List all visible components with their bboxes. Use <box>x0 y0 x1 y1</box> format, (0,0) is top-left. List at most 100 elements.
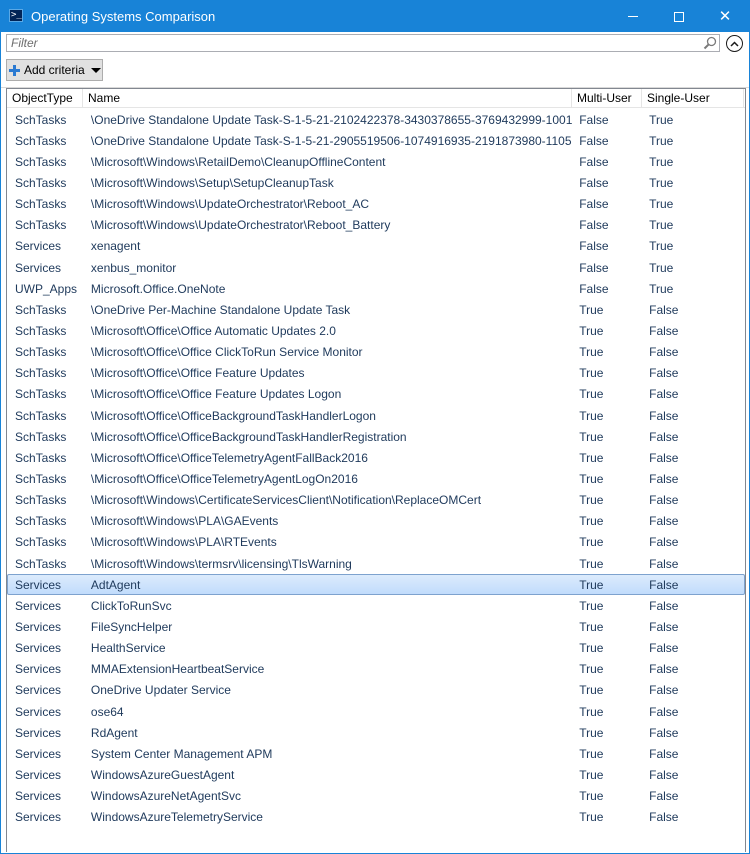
single-user-cell: True <box>649 175 674 190</box>
table-row[interactable]: SchTasks \Microsoft\Windows\CertificateSe… <box>7 490 745 511</box>
table-row[interactable]: Services xenagent False True <box>7 236 745 257</box>
search-icon[interactable] <box>703 36 717 50</box>
multi-user-cell: True <box>579 366 604 381</box>
single-user-cell: False <box>649 535 679 550</box>
multi-user-cell: True <box>579 789 604 804</box>
name-cell: \Microsoft\Office\Office Feature Updates… <box>90 387 342 402</box>
table-row[interactable]: Services System Center Management APM True… <box>7 743 745 764</box>
table-row[interactable]: Services RdAgent True False <box>7 722 745 743</box>
table-row[interactable]: SchTasks \Microsoft\Windows\RetailDemo\Cl… <box>7 151 745 172</box>
single-user-cell: False <box>649 662 679 677</box>
multi-user-cell: True <box>579 810 604 825</box>
table-row[interactable]: Services ClickToRunSvc True False <box>7 595 745 616</box>
name-cell: \OneDrive Per-Machine Standalone Update … <box>90 302 351 317</box>
table-row[interactable]: SchTasks \OneDrive Standalone Update Task… <box>7 109 745 130</box>
table-row[interactable]: SchTasks \Microsoft\Windows\UpdateOrchest… <box>7 215 745 236</box>
name-cell: \Microsoft\Office\Office Feature Updates <box>90 366 305 381</box>
objecttype-cell: SchTasks <box>15 175 67 190</box>
multi-user-cell: True <box>579 683 604 698</box>
multi-user-cell: True <box>579 387 604 402</box>
title-bar[interactable]: >_ Operating Systems Comparison ✕ <box>1 1 749 32</box>
single-user-cell: False <box>649 366 679 381</box>
table-row[interactable]: SchTasks \Microsoft\Office\OfficeTelemetr… <box>7 468 745 489</box>
table-row[interactable]: SchTasks \Microsoft\Office\Office Feature… <box>7 363 745 384</box>
multi-user-cell: False <box>579 197 609 212</box>
column-header-multi-user[interactable]: Multi-User <box>572 89 642 108</box>
objecttype-cell: Services <box>15 577 62 592</box>
table-row[interactable]: Services FileSyncHelper True False <box>7 616 745 637</box>
table-row[interactable]: SchTasks \Microsoft\Office\OfficeBackgrou… <box>7 426 745 447</box>
table-row[interactable]: Services WindowsAzureGuestAgent True False <box>7 764 745 785</box>
multi-user-cell: True <box>579 345 604 360</box>
chevron-up-icon <box>730 40 739 47</box>
table-row[interactable]: Services HealthService True False <box>7 638 745 659</box>
objecttype-cell: Services <box>15 619 62 634</box>
add-criteria-button[interactable]: Add criteria <box>6 59 103 81</box>
table-row[interactable]: SchTasks \Microsoft\Windows\PLA\RTEvents T… <box>7 532 745 553</box>
objecttype-cell: SchTasks <box>15 366 67 381</box>
single-user-cell: False <box>649 302 679 317</box>
multi-user-cell: True <box>579 556 604 571</box>
single-user-cell: True <box>649 260 674 275</box>
table-row[interactable]: SchTasks \OneDrive Standalone Update Task… <box>7 130 745 151</box>
name-cell: FileSyncHelper <box>90 619 173 634</box>
name-cell: \Microsoft\Office\OfficeBackgroundTaskHa… <box>90 408 376 423</box>
name-cell: \Microsoft\Windows\PLA\RTEvents <box>90 535 277 550</box>
table-row[interactable]: Services OneDrive Updater Service True Fals… <box>7 680 745 701</box>
column-header-single-user[interactable]: Single-User <box>642 89 744 108</box>
objecttype-cell: Services <box>15 260 62 275</box>
objecttype-cell: Services <box>15 725 62 740</box>
table-row[interactable]: SchTasks \Microsoft\Windows\termsrv\licen… <box>7 553 745 574</box>
objecttype-cell: SchTasks <box>15 154 67 169</box>
table-row[interactable]: Services WindowsAzureNetAgentSvc True False <box>7 786 745 807</box>
objecttype-cell: SchTasks <box>15 323 67 338</box>
name-cell: Microsoft.Office.OneNote <box>90 281 226 296</box>
table-row[interactable]: SchTasks \Microsoft\Windows\UpdateOrchest… <box>7 194 745 215</box>
table-row[interactable]: Services WindowsAzureTelemetryService True… <box>7 807 745 828</box>
table-row[interactable]: Services AdtAgent True False <box>7 574 745 596</box>
table-row[interactable]: SchTasks \Microsoft\Office\OfficeTelemetr… <box>7 447 745 468</box>
table-row[interactable]: SchTasks \OneDrive Per-Machine Standalone… <box>7 299 745 320</box>
multi-user-cell: True <box>579 514 604 529</box>
table-row[interactable]: SchTasks \Microsoft\Office\Office Automat… <box>7 320 745 341</box>
single-user-cell: True <box>649 281 674 296</box>
name-cell: \Microsoft\Windows\RetailDemo\CleanupOff… <box>90 154 386 169</box>
table-row[interactable]: Services xenbus_monitor False True <box>7 257 745 278</box>
table-row[interactable]: UWP_Apps Microsoft.Office.OneNote False Tru… <box>7 278 745 299</box>
name-cell: MMAExtensionHeartbeatService <box>90 662 265 677</box>
column-header-objecttype[interactable]: ObjectType <box>7 89 83 108</box>
name-cell: \Microsoft\Office\OfficeTelemetryAgentFa… <box>90 450 368 465</box>
name-cell: \Microsoft\Office\Office ClickToRun Serv… <box>90 345 363 360</box>
single-user-cell: False <box>649 767 679 782</box>
filter-input[interactable] <box>6 34 720 52</box>
single-user-cell: False <box>649 556 679 571</box>
table-row[interactable]: SchTasks \Microsoft\Office\Office ClickTo… <box>7 342 745 363</box>
minimize-button[interactable] <box>610 1 656 32</box>
single-user-cell: False <box>649 683 679 698</box>
objecttype-cell: Services <box>15 239 62 254</box>
single-user-cell: False <box>649 450 679 465</box>
single-user-cell: False <box>649 323 679 338</box>
multi-user-cell: True <box>579 471 604 486</box>
table-row[interactable]: Services MMAExtensionHeartbeatService True… <box>7 659 745 680</box>
objecttype-cell: Services <box>15 767 62 782</box>
name-cell: System Center Management APM <box>90 746 273 761</box>
objecttype-cell: Services <box>15 704 62 719</box>
results-grid[interactable]: ObjectType Name Multi-User Single-User S… <box>6 88 746 852</box>
single-user-cell: False <box>649 493 679 508</box>
table-row[interactable]: SchTasks \Microsoft\Windows\Setup\SetupCl… <box>7 172 745 193</box>
grid-rows: SchTasks \OneDrive Standalone Update Task… <box>7 109 745 828</box>
table-row[interactable]: SchTasks \Microsoft\Office\Office Feature… <box>7 384 745 405</box>
objecttype-cell: Services <box>15 810 62 825</box>
collapse-button[interactable] <box>726 35 743 52</box>
single-user-cell: False <box>649 471 679 486</box>
table-row[interactable]: SchTasks \Microsoft\Windows\PLA\GAEvents T… <box>7 511 745 532</box>
maximize-button[interactable] <box>656 1 702 32</box>
column-header-name[interactable]: Name <box>83 89 572 108</box>
multi-user-cell: False <box>579 281 609 296</box>
single-user-cell: False <box>649 345 679 360</box>
table-row[interactable]: SchTasks \Microsoft\Office\OfficeBackgrou… <box>7 405 745 426</box>
close-button[interactable]: ✕ <box>702 1 748 32</box>
objecttype-cell: SchTasks <box>15 387 67 402</box>
table-row[interactable]: Services ose64 True False <box>7 701 745 722</box>
